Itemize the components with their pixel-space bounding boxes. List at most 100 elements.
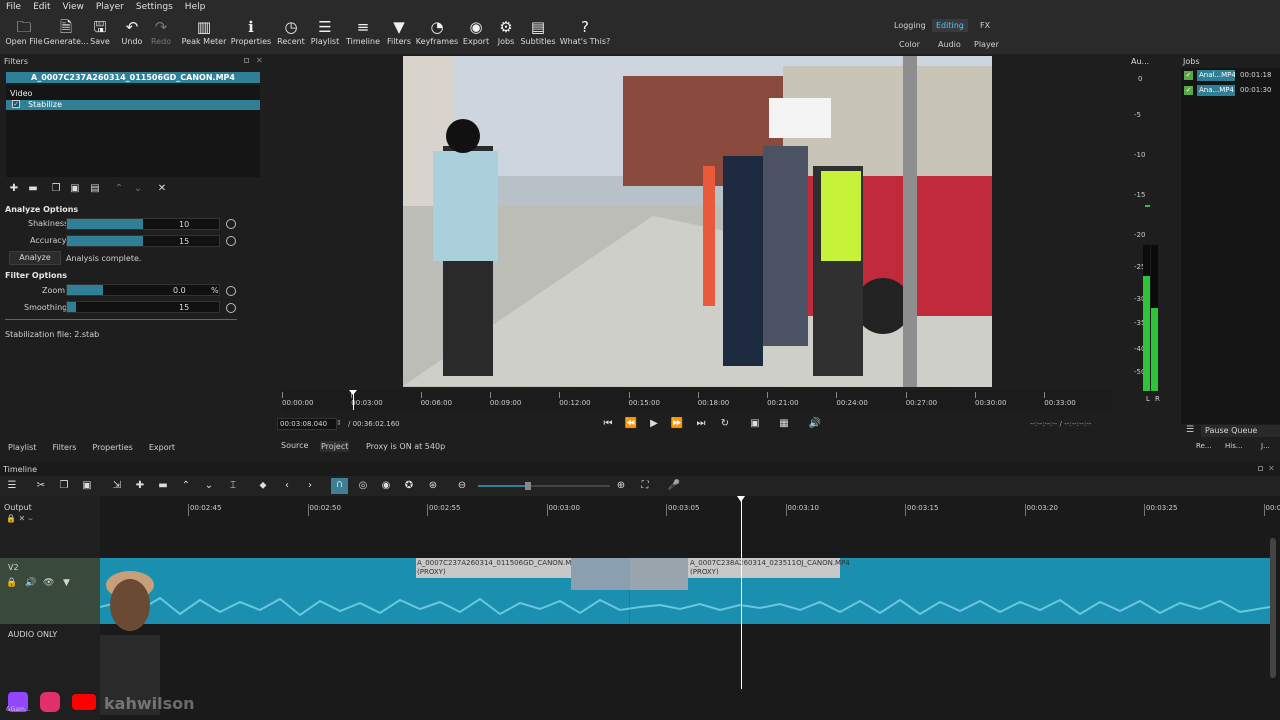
mute-icon[interactable]: 🔊 [25,578,36,588]
scrub-icon[interactable]: ◎ [356,479,370,493]
tab-filters[interactable]: Filters [44,441,84,454]
jobs-tab-jobs[interactable]: J... [1261,442,1270,450]
job-item[interactable]: ✓ Ana...MP4 00:01:30 [1181,84,1280,98]
shakiness-reset-icon[interactable] [226,219,236,229]
ripple-all-icon[interactable]: ✪ [402,479,416,493]
filter-icon[interactable]: ▼ [63,578,70,588]
paste-filter-icon[interactable]: ▣ [68,182,82,196]
shakiness-slider[interactable]: 10 [66,218,220,230]
menu-help[interactable]: Help [179,2,212,12]
layout-audio[interactable]: Audio [934,38,965,51]
zoom-in-icon[interactable]: ⊕ [614,479,628,493]
timeline-scrollbar[interactable] [1270,538,1276,678]
lift-icon[interactable]: ⌃ [179,479,193,493]
close-panel-icon[interactable]: ✕ [256,56,263,65]
menu-player[interactable]: Player [90,2,130,12]
add-icon[interactable]: ✚ [133,479,147,493]
what-s-this-button[interactable]: ? What's This? [555,17,615,46]
next-marker-icon[interactable]: › [303,479,317,493]
append-icon[interactable]: ⇲ [110,479,124,493]
player-scrubber[interactable]: 00:00:00 00:03:00 00:06:00 00:09:00 00:12:00… [282,390,1112,412]
play-icon[interactable]: ▶ [647,417,661,431]
zoom-fit-icon[interactable]: ⛶ [638,479,652,493]
record-audio-icon[interactable]: 🎤 [667,479,681,493]
paste-icon[interactable]: ▣ [80,479,94,493]
smoothing-value[interactable]: 15 [179,303,189,312]
copy-icon[interactable]: ❐ [57,479,71,493]
tab-playlist[interactable]: Playlist [0,441,44,454]
shakiness-value[interactable]: 10 [179,220,189,229]
timeline-playhead[interactable] [741,499,742,689]
smoothing-slider[interactable]: 15 [66,301,220,313]
job-item[interactable]: ✓ Anal...MP4 00:01:18 [1181,69,1280,83]
remove-icon[interactable]: ▬ [156,479,170,493]
zoom-slider-handle[interactable] [525,482,531,490]
jobs-tab-history[interactable]: His... [1225,442,1243,450]
snap-icon[interactable]: ∩ [331,478,348,494]
menu-settings[interactable]: Settings [130,2,179,12]
accuracy-slider[interactable]: 15 [66,235,220,247]
jobs-menu-icon[interactable]: ☰ [1186,425,1194,435]
rewind-icon[interactable]: ⏪ [624,417,638,431]
track-header-v2[interactable]: V2 🔒 🔊 👁 ▼ [0,558,100,624]
menu-edit[interactable]: Edit [27,2,56,12]
grid-icon[interactable]: ▦ [777,417,791,431]
timeline-menu-icon[interactable]: ☰ [5,479,19,493]
filter-enable-checkbox[interactable]: ✓ [12,100,20,108]
skip-previous-icon[interactable]: ⏮ [601,417,615,431]
split-icon[interactable]: ⌶ [226,479,240,493]
tab-export[interactable]: Export [141,441,183,454]
filter-item-stabilize[interactable]: ✓ Stabilize [6,100,260,110]
jobs-tab-recent[interactable]: Re... [1196,442,1212,450]
zoom-value[interactable]: 0.0 [173,286,186,295]
menu-file[interactable]: File [0,2,27,12]
smoothing-reset-icon[interactable] [226,303,236,313]
zoom-reset-icon[interactable] [226,286,236,296]
cut-icon[interactable]: ✂ [34,479,48,493]
ripple-icon[interactable]: ◉ [379,479,393,493]
output-track-icons[interactable]: 🔒 ✕ ⌣ [6,514,33,524]
analyze-button[interactable]: Analyze [9,251,61,265]
tab-source[interactable]: Source [281,441,308,450]
tab-project[interactable]: Project [320,441,350,452]
hide-icon[interactable]: 👁 [43,578,54,588]
float-icon[interactable] [1258,466,1263,471]
timeline-ruler[interactable]: 00:02:45 00:02:50 00:02:55 00:03:00 00:03:05… [100,496,1280,520]
accuracy-reset-icon[interactable] [226,236,236,246]
fast-forward-icon[interactable]: ⏩ [670,417,684,431]
layout-editing[interactable]: Editing [932,19,968,32]
pause-queue-button[interactable]: Pause Queue [1201,425,1280,437]
layout-color[interactable]: Color [895,38,924,51]
add-filter-icon[interactable]: ✚ [7,182,21,196]
lock-icon[interactable]: 🔒 [6,578,17,588]
loop-icon[interactable]: ↻ [718,417,732,431]
deselect-filter-icon[interactable]: ✕ [155,182,169,196]
zoom-out-icon[interactable]: ⊖ [455,479,469,493]
float-icon[interactable] [244,58,249,63]
remove-filter-icon[interactable]: ▬ [26,182,40,196]
move-up-icon[interactable]: ⌃ [112,182,126,196]
menu-view[interactable]: View [57,2,90,12]
zoom-slider[interactable] [478,482,610,490]
audio-meter-title: Au... [1131,57,1150,66]
close-panel-icon[interactable]: ✕ [1268,464,1275,473]
previous-marker-icon[interactable]: ‹ [280,479,294,493]
video-preview[interactable] [403,56,992,387]
marker-icon[interactable]: ⬥ [256,479,270,493]
zoom-fit-icon[interactable]: ▣ [748,417,762,431]
time-spinner-icon[interactable]: ⇕ [336,419,342,427]
overwrite-icon[interactable]: ⌄ [202,479,216,493]
volume-icon[interactable]: 🔊 [808,417,822,431]
accuracy-value[interactable]: 15 [179,237,189,246]
current-time-field[interactable]: 00:03:08.040 [277,418,337,430]
layout-logging[interactable]: Logging [890,19,930,32]
tab-properties[interactable]: Properties [84,441,140,454]
zoom-slider[interactable]: 0.0 % [66,284,220,296]
layout-fx[interactable]: FX [976,19,994,32]
save-preset-icon[interactable]: ▤ [88,182,102,196]
move-down-icon[interactable]: ⌄ [131,182,145,196]
skip-next-icon[interactable]: ⏭ [694,417,708,431]
ripple-markers-icon[interactable]: ⊛ [426,479,440,493]
layout-player[interactable]: Player [970,38,1003,51]
copy-filter-icon[interactable]: ❐ [49,182,63,196]
